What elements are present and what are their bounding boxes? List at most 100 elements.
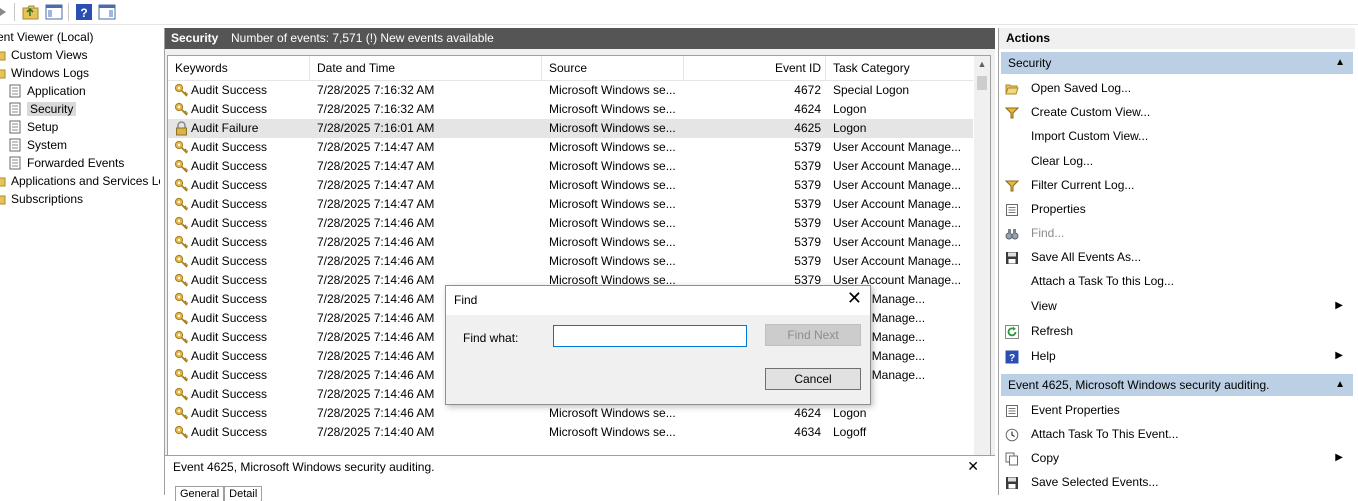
event-detail-title: Event 4625, Microsoft Windows security a… bbox=[173, 460, 435, 474]
svg-text:?: ? bbox=[1009, 353, 1015, 364]
collapse-caret-icon[interactable]: ▲ bbox=[1335, 52, 1345, 74]
scroll-up-icon[interactable]: ▲ bbox=[977, 59, 987, 69]
action-create-custom-view[interactable]: Create Custom View... bbox=[1004, 101, 1351, 123]
column-header-source[interactable]: Source bbox=[542, 56, 684, 80]
source-cell: Microsoft Windows se... bbox=[549, 178, 676, 192]
table-row[interactable]: Audit Success 7/28/2025 7:14:47 AM Microso… bbox=[168, 157, 973, 176]
table-row[interactable]: Audit Success 7/28/2025 7:16:32 AM Microso… bbox=[168, 100, 973, 119]
collapse-caret-icon[interactable]: ▲ bbox=[1335, 374, 1345, 396]
event-detail-pane: Event 4625, Microsoft Windows security a… bbox=[165, 455, 995, 501]
tree-item-windows-logs[interactable]: Windows Logs bbox=[0, 64, 89, 82]
scrollbar-thumb[interactable] bbox=[977, 76, 987, 90]
keywords-cell: Audit Success bbox=[191, 292, 268, 306]
detail-tabs: General Detail bbox=[175, 486, 263, 501]
source-cell: Microsoft Windows se... bbox=[549, 197, 676, 211]
task-category-cell: Logon bbox=[833, 102, 867, 116]
table-row[interactable]: Audit Success 7/28/2025 7:14:46 AM Microso… bbox=[168, 233, 973, 252]
column-header-event-id[interactable]: Event ID bbox=[684, 56, 826, 80]
save-icon bbox=[1005, 250, 1019, 264]
cancel-button[interactable]: Cancel bbox=[765, 368, 861, 390]
show-hide-action-pane-icon[interactable] bbox=[98, 3, 116, 21]
actions-section-security[interactable]: Security ▲ bbox=[1001, 52, 1353, 74]
action-save-selected-events[interactable]: Save Selected Events... bbox=[1005, 471, 1351, 493]
keywords-cell: Audit Success bbox=[191, 368, 268, 382]
keywords-cell: Audit Success bbox=[191, 330, 268, 344]
column-header-keywords[interactable]: Keywords bbox=[168, 56, 310, 80]
action-clear-log[interactable]: Clear Log... bbox=[1005, 150, 1351, 172]
close-detail-icon[interactable]: ✕ bbox=[967, 458, 979, 475]
tree-item-label: Subscriptions bbox=[11, 192, 84, 206]
vertical-scrollbar[interactable]: ▲ ▼ bbox=[974, 56, 990, 474]
tree-item-security[interactable]: Security bbox=[8, 100, 77, 118]
event-id-cell: 5379 bbox=[794, 216, 821, 230]
action-save-all-events-as[interactable]: Save All Events As... bbox=[1005, 246, 1351, 268]
action-attach-a-task-to-this-log[interactable]: Attach a Task To this Log... bbox=[1005, 270, 1351, 292]
task-category-cell: User Account Manage... bbox=[833, 178, 962, 192]
keywords-cell: Audit Success bbox=[191, 349, 268, 363]
tree-item-application[interactable]: Application bbox=[8, 82, 86, 100]
action-view[interactable]: View ▶ bbox=[1005, 295, 1351, 317]
date-time-cell: 7/28/2025 7:14:47 AM bbox=[317, 159, 435, 173]
table-row[interactable]: Audit Success 7/28/2025 7:14:40 AM Microso… bbox=[168, 423, 973, 442]
source-cell: Microsoft Windows se... bbox=[549, 425, 676, 439]
actions-pane: Actions Security ▲ Open Saved Log... Crea… bbox=[998, 28, 1355, 495]
help-icon[interactable]: ? bbox=[75, 3, 93, 21]
action-filter-current-log[interactable]: Filter Current Log... bbox=[1004, 174, 1351, 196]
date-time-cell: 7/28/2025 7:14:46 AM bbox=[317, 406, 435, 420]
action-event-properties[interactable]: Event Properties bbox=[1005, 399, 1351, 421]
action-label: Clear Log... bbox=[1031, 154, 1094, 168]
action-attach-task-to-this-event[interactable]: Attach Task To This Event... bbox=[1005, 423, 1351, 445]
action-find[interactable]: Find... bbox=[1005, 222, 1351, 244]
table-row[interactable]: Audit Success 7/28/2025 7:14:47 AM Microso… bbox=[168, 195, 973, 214]
actions-section-event[interactable]: Event 4625, Microsoft Windows security a… bbox=[1001, 374, 1353, 396]
column-header-task-category[interactable]: Task Category bbox=[826, 56, 973, 80]
dialog-title-bar[interactable]: Find ✕ bbox=[446, 286, 870, 315]
action-properties[interactable]: Properties bbox=[1005, 198, 1351, 220]
toolbar-separator bbox=[68, 3, 69, 21]
table-row[interactable]: Audit Success 7/28/2025 7:16:32 AM Microso… bbox=[168, 81, 973, 100]
table-row[interactable]: Audit Success 7/28/2025 7:14:46 AM Microso… bbox=[168, 214, 973, 233]
action-label: Copy bbox=[1031, 451, 1060, 465]
log-header: Security Number of events: 7,571 (!) New… bbox=[165, 28, 995, 49]
table-row[interactable]: Audit Success 7/28/2025 7:14:47 AM Microso… bbox=[168, 138, 973, 157]
tree-item-label: Security bbox=[27, 102, 77, 116]
table-row[interactable]: Audit Success 7/28/2025 7:14:46 AM Microso… bbox=[168, 252, 973, 271]
tree-item-custom-views[interactable]: Custom Views bbox=[0, 46, 87, 64]
task-category-cell: Logon bbox=[833, 121, 867, 135]
source-cell: Microsoft Windows se... bbox=[549, 235, 676, 249]
table-row[interactable]: Audit Success 7/28/2025 7:14:47 AM Microso… bbox=[168, 176, 973, 195]
tree-item-subscriptions[interactable]: Subscriptions bbox=[0, 190, 83, 208]
action-refresh[interactable]: Refresh bbox=[1005, 320, 1351, 342]
column-header-date-time[interactable]: Date and Time bbox=[310, 56, 542, 80]
section-label: Security bbox=[1008, 56, 1052, 70]
tree-item-applications-and-services-lo[interactable]: Applications and Services Lo bbox=[0, 172, 160, 190]
tree-item-system[interactable]: System bbox=[8, 136, 67, 154]
task-icon bbox=[1005, 427, 1019, 442]
action-copy[interactable]: Copy ▶ bbox=[1005, 447, 1351, 469]
tree-root-event-viewer[interactable]: ent Viewer (Local) bbox=[0, 28, 94, 46]
keywords-cell: Audit Success bbox=[191, 273, 268, 287]
close-icon[interactable]: ✕ bbox=[847, 289, 862, 307]
tree-item-forwarded-events[interactable]: Forwarded Events bbox=[8, 154, 124, 172]
folder-icon bbox=[0, 192, 6, 206]
action-label: Find... bbox=[1031, 226, 1065, 240]
events-grid[interactable]: Keywords Date and Time Source Event ID T… bbox=[167, 55, 991, 475]
action-open-saved-log[interactable]: Open Saved Log... bbox=[1005, 77, 1351, 99]
find-next-button[interactable]: Find Next bbox=[765, 324, 861, 346]
filter-icon bbox=[1004, 178, 1020, 192]
key-icon bbox=[174, 216, 189, 231]
tree-item-setup[interactable]: Setup bbox=[8, 118, 58, 136]
folder-icon bbox=[0, 66, 6, 80]
keywords-cell: Audit Success bbox=[191, 425, 268, 439]
action-help[interactable]: ? Help ▶ bbox=[1005, 345, 1351, 367]
show-hide-tree-icon[interactable] bbox=[45, 3, 63, 21]
keywords-cell: Audit Success bbox=[191, 178, 268, 192]
action-import-custom-view[interactable]: Import Custom View... bbox=[1005, 125, 1351, 147]
find-what-input[interactable] bbox=[553, 325, 747, 347]
folder-up-icon[interactable] bbox=[22, 3, 40, 21]
tab-details[interactable]: Detail bbox=[224, 486, 263, 501]
table-row[interactable]: Audit Failure 7/28/2025 7:16:01 AM Microso… bbox=[168, 119, 973, 138]
forward-arrow-icon[interactable] bbox=[0, 3, 14, 21]
tab-general[interactable]: General bbox=[175, 486, 225, 501]
table-row[interactable]: Audit Success 7/28/2025 7:14:46 AM Microso… bbox=[168, 404, 973, 423]
